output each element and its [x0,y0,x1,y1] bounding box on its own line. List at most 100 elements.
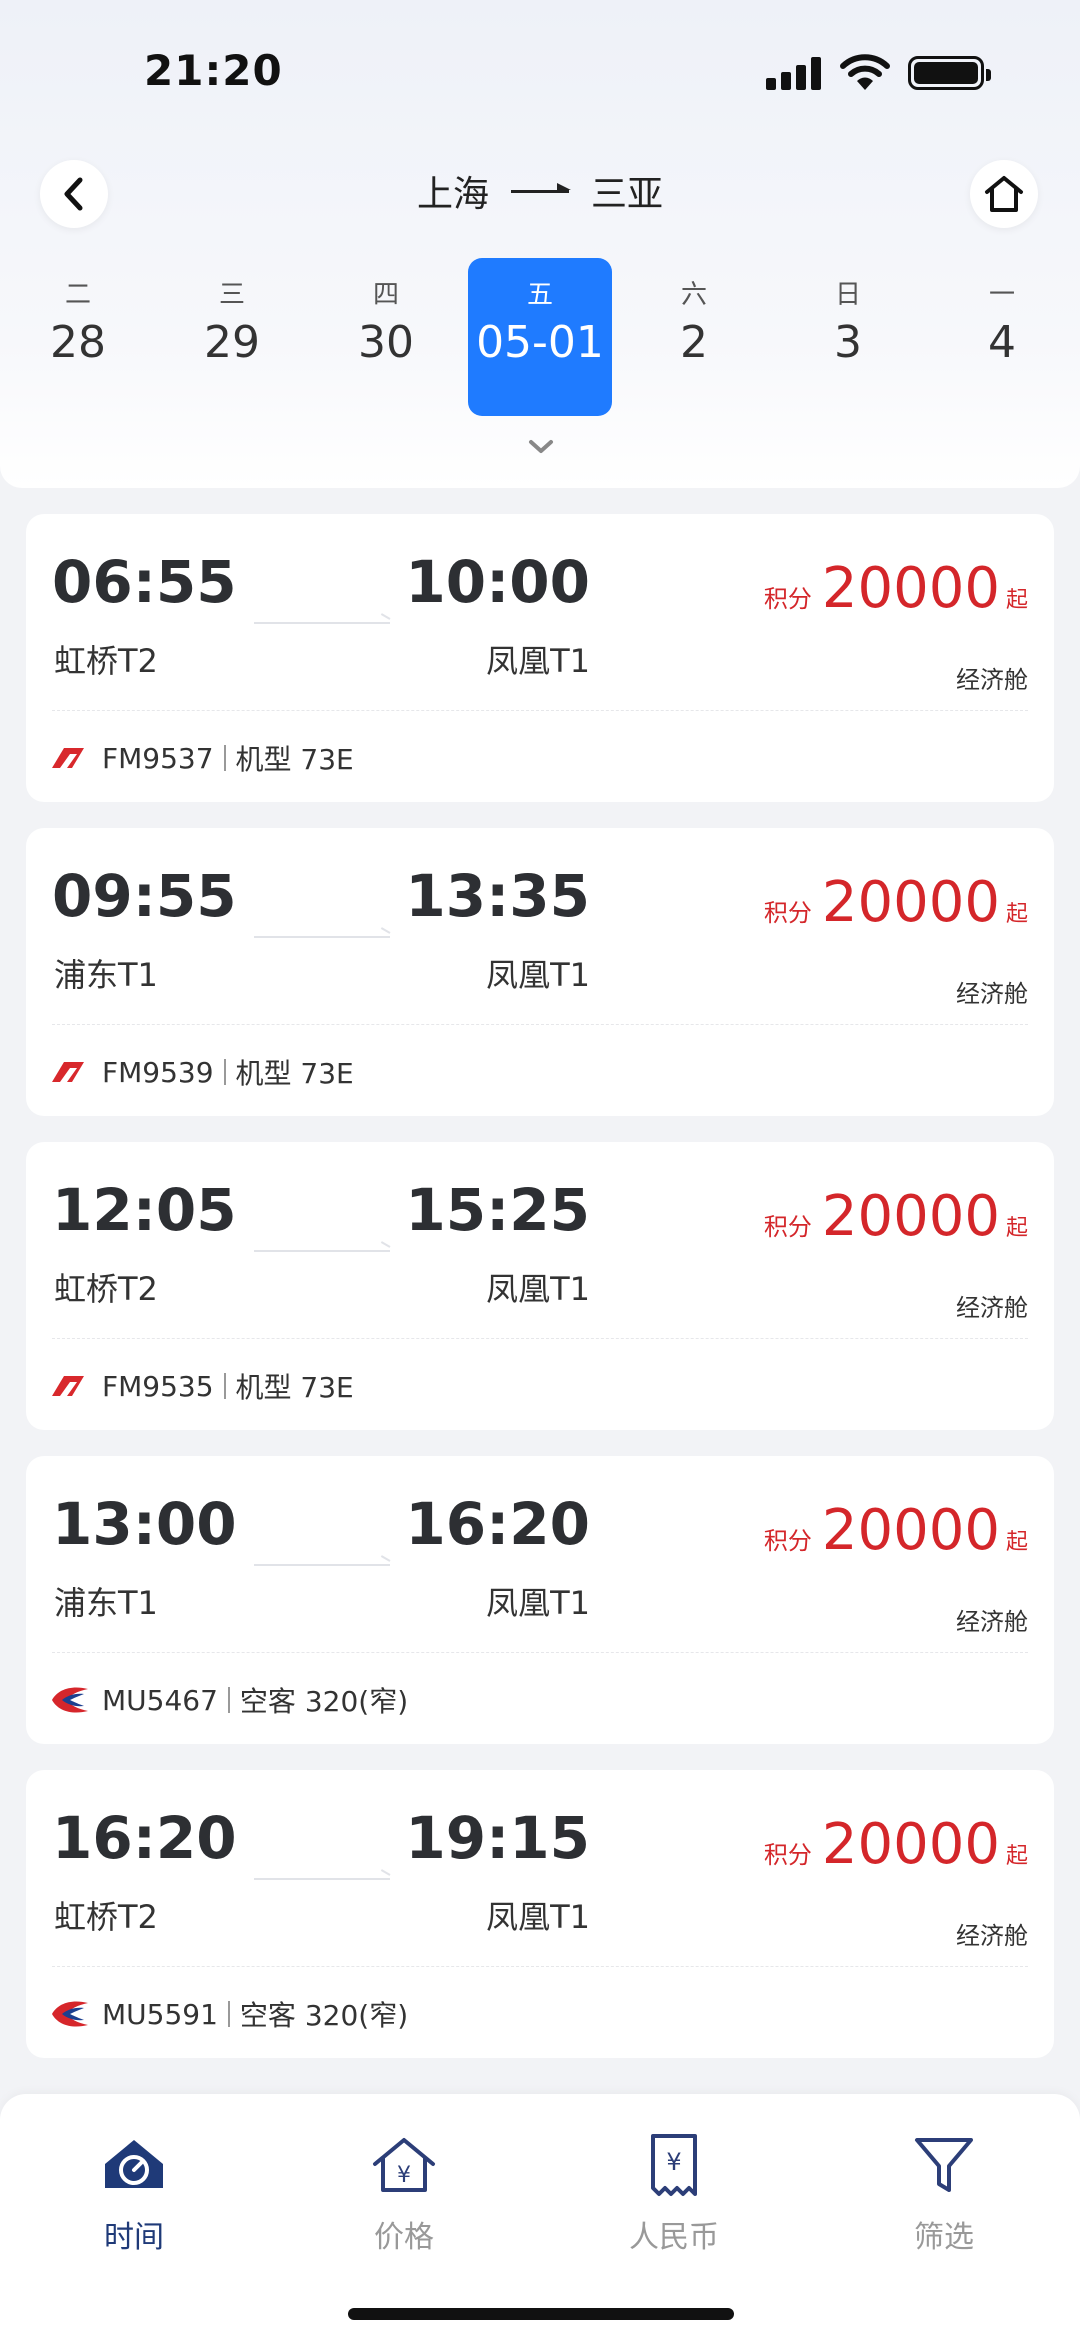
aircraft-type: 空客 320(窄) [239,1999,409,2032]
arrival-terminal: 凤凰T1 [486,642,590,680]
arrival-time: 16:20 [405,1490,590,1558]
price-amount: 20000 [821,1812,1000,1877]
header: 21:20 上海 三亚 二 28 三 29 四 30 五 05-01 六 2 日… [0,0,1080,488]
flight-path-line [254,1564,390,1566]
clock-home-icon [105,2140,163,2188]
svg-text:¥: ¥ [397,2163,411,2188]
flight-number: MU5467 [102,1683,218,1717]
price-amount: 20000 [821,1184,1000,1249]
date-item[interactable]: 四 30 [314,258,458,416]
shanghai-airlines-logo-icon [50,743,90,773]
flight-card[interactable]: 06:55 10:00 虹桥T2 凤凰T1 积分 20000 起 经济舱 FM9… [26,514,1054,802]
shanghai-airlines-logo-icon [50,1057,90,1087]
info-separator [227,2001,230,2027]
chevron-down-icon[interactable] [528,438,554,456]
price-suffix: 起 [1005,1216,1028,1241]
price-house-icon: ¥ [373,2138,435,2192]
cabin-class: 经济舱 [956,666,1028,694]
tab-price[interactable]: ¥ 价格 [304,2130,504,2256]
date-item[interactable]: 二 28 [6,258,150,416]
card-divider [52,710,1028,711]
date-weekday: 二 [64,280,91,310]
departure-time: 16:20 [52,1804,237,1872]
price: 积分 20000 起 [764,556,1028,621]
price-label: 积分 [763,585,812,613]
date-weekday: 四 [372,280,399,310]
date-day: 28 [50,317,106,368]
date-day: 3 [834,317,862,368]
info-separator [223,1059,226,1085]
price: 积分 20000 起 [764,1184,1028,1249]
date-day: 30 [358,317,414,368]
wifi-icon [840,54,890,90]
flight-path-line [254,622,390,624]
filter-icon [915,2138,973,2192]
tab-filter[interactable]: 筛选 [844,2130,1044,2256]
info-separator [227,1687,230,1713]
cabin-class: 经济舱 [956,980,1028,1008]
departure-time: 13:00 [52,1490,237,1558]
arrival-terminal: 凤凰T1 [486,1898,590,1936]
battery-icon [908,56,991,90]
flight-path-line [254,1250,390,1252]
departure-terminal: 浦东T1 [54,956,158,994]
route-title: 上海 三亚 [0,165,1080,217]
date-day: 2 [680,317,708,368]
tab-label: 时间 [104,2220,164,2255]
cabin-class: 经济舱 [956,1608,1028,1636]
price-suffix: 起 [1005,1530,1028,1555]
date-item[interactable]: 三 29 [160,258,304,416]
flight-card[interactable]: 12:05 15:25 虹桥T2 凤凰T1 积分 20000 起 经济舱 FM9… [26,1142,1054,1430]
date-item[interactable]: 一 4 [930,258,1074,416]
flight-info: MU5467 空客 320(窄) [50,1680,408,1720]
info-separator [223,745,226,771]
arrival-time: 10:00 [405,548,590,616]
tab-currency[interactable]: ¥ 人民币 [574,2130,774,2256]
date-weekday: 五 [526,280,553,310]
departure-terminal: 虹桥T2 [54,642,158,680]
cabin-class: 经济舱 [956,1922,1028,1950]
home-icon [985,176,1023,212]
date-item-selected[interactable]: 五 05-01 [468,258,612,416]
flight-card[interactable]: 09:55 13:35 浦东T1 凤凰T1 积分 20000 起 经济舱 FM9… [26,828,1054,1116]
card-divider [52,1966,1028,1967]
tab-time[interactable]: 时间 [34,2130,234,2256]
tab-label: 人民币 [629,2220,719,2255]
flight-card[interactable]: 13:00 16:20 浦东T1 凤凰T1 积分 20000 起 经济舱 MU5… [26,1456,1054,1744]
home-indicator [348,2308,734,2320]
price-label: 积分 [763,1527,812,1555]
home-button[interactable] [970,160,1038,228]
date-weekday: 六 [680,280,707,310]
date-item[interactable]: 日 3 [776,258,920,416]
price-amount: 20000 [821,1498,1000,1563]
date-item[interactable]: 六 2 [622,258,766,416]
svg-text:¥: ¥ [666,2148,681,2176]
flight-path-line [254,936,390,938]
route-arrow-icon [511,182,571,193]
status-bar: 21:20 [0,0,1080,140]
price-label: 积分 [763,1841,812,1869]
departure-terminal: 虹桥T2 [54,1270,158,1308]
destination-city: 三亚 [591,174,664,215]
flight-path-line [254,1878,390,1880]
arrival-time: 15:25 [405,1176,590,1244]
flight-info: MU5591 空客 320(窄) [50,1994,408,2034]
flight-number: FM9539 [102,1055,214,1089]
price: 积分 20000 起 [764,1498,1028,1563]
tab-label: 价格 [374,2220,434,2255]
aircraft-type: 机型 73E [235,743,354,776]
flight-info: FM9539 机型 73E [50,1052,354,1092]
date-weekday: 一 [988,280,1015,310]
price-amount: 20000 [821,556,1000,621]
date-day: 4 [988,317,1016,368]
bottom-tab-bar: 时间 ¥ 价格 ¥ 人民币 筛选 [0,2094,1080,2341]
departure-time: 06:55 [52,548,237,616]
flight-card[interactable]: 16:20 19:15 虹桥T2 凤凰T1 积分 20000 起 经济舱 MU5… [26,1770,1054,2058]
flight-info: FM9537 机型 73E [50,738,354,778]
aircraft-type: 机型 73E [235,1371,354,1404]
price: 积分 20000 起 [764,870,1028,935]
price: 积分 20000 起 [764,1812,1028,1877]
arrival-terminal: 凤凰T1 [486,956,590,994]
tab-label: 筛选 [914,2220,974,2255]
price-label: 积分 [763,899,812,927]
